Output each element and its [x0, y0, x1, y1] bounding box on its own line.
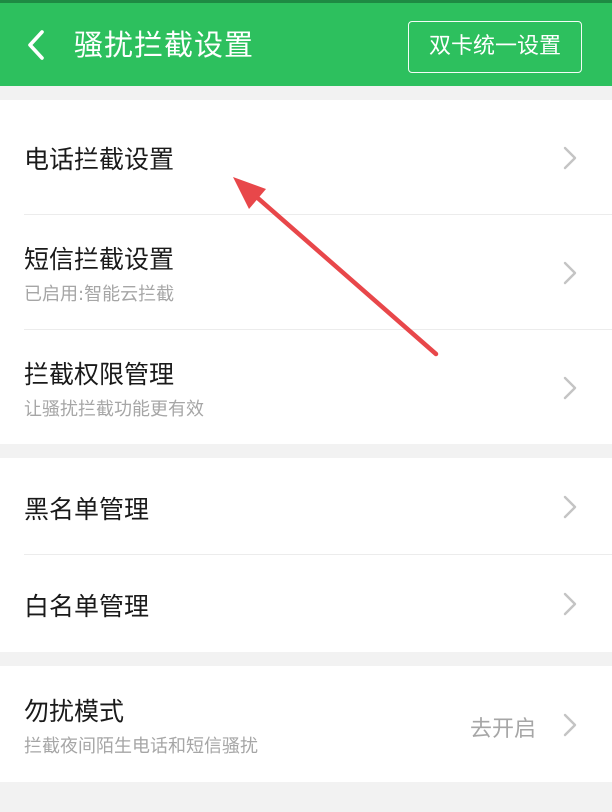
chevron-right-icon	[563, 592, 577, 616]
row-sub: 拦截夜间陌生电话和短信骚扰	[24, 736, 258, 757]
back-button[interactable]	[22, 27, 50, 63]
chevron-right-icon	[563, 376, 577, 400]
page: 骚扰拦截设置 双卡统一设置 电话拦截设置 短信拦截设置 已启用:智能云拦截 拦截…	[0, 0, 612, 812]
section-interception: 电话拦截设置 短信拦截设置 已启用:智能云拦截 拦截权限管理 让骚扰拦截功能更有…	[0, 100, 612, 444]
row-call-interception[interactable]: 电话拦截设置	[0, 100, 612, 214]
row-sub: 让骚扰拦截功能更有效	[24, 399, 204, 420]
dual-sim-settings-button[interactable]: 双卡统一设置	[408, 21, 582, 73]
app-header: 骚扰拦截设置 双卡统一设置	[0, 0, 612, 86]
row-whitelist[interactable]: 白名单管理	[0, 555, 612, 652]
row-label: 勿扰模式	[24, 697, 125, 726]
row-do-not-disturb[interactable]: 勿扰模式 拦截夜间陌生电话和短信骚扰 去开启	[0, 666, 612, 782]
row-blacklist[interactable]: 黑名单管理	[0, 458, 612, 554]
section-dnd: 勿扰模式 拦截夜间陌生电话和短信骚扰 去开启	[0, 666, 612, 782]
chevron-right-icon	[563, 713, 577, 737]
chevron-left-icon	[28, 30, 44, 60]
section-lists: 黑名单管理 白名单管理	[0, 458, 612, 652]
row-label: 白名单管理	[24, 592, 150, 621]
chevron-right-icon	[563, 495, 577, 519]
row-value: 去开启	[469, 717, 536, 742]
chevron-right-icon	[563, 261, 577, 285]
row-label: 电话拦截设置	[24, 145, 175, 174]
row-label: 拦截权限管理	[24, 360, 175, 389]
row-sub: 已启用:智能云拦截	[24, 284, 175, 305]
row-sms-interception[interactable]: 短信拦截设置 已启用:智能云拦截	[0, 215, 612, 329]
row-permission-management[interactable]: 拦截权限管理 让骚扰拦截功能更有效	[0, 330, 612, 444]
chevron-right-icon	[563, 146, 577, 170]
row-label: 黑名单管理	[24, 495, 150, 524]
page-title: 骚扰拦截设置	[74, 28, 255, 62]
row-label: 短信拦截设置	[24, 245, 175, 274]
